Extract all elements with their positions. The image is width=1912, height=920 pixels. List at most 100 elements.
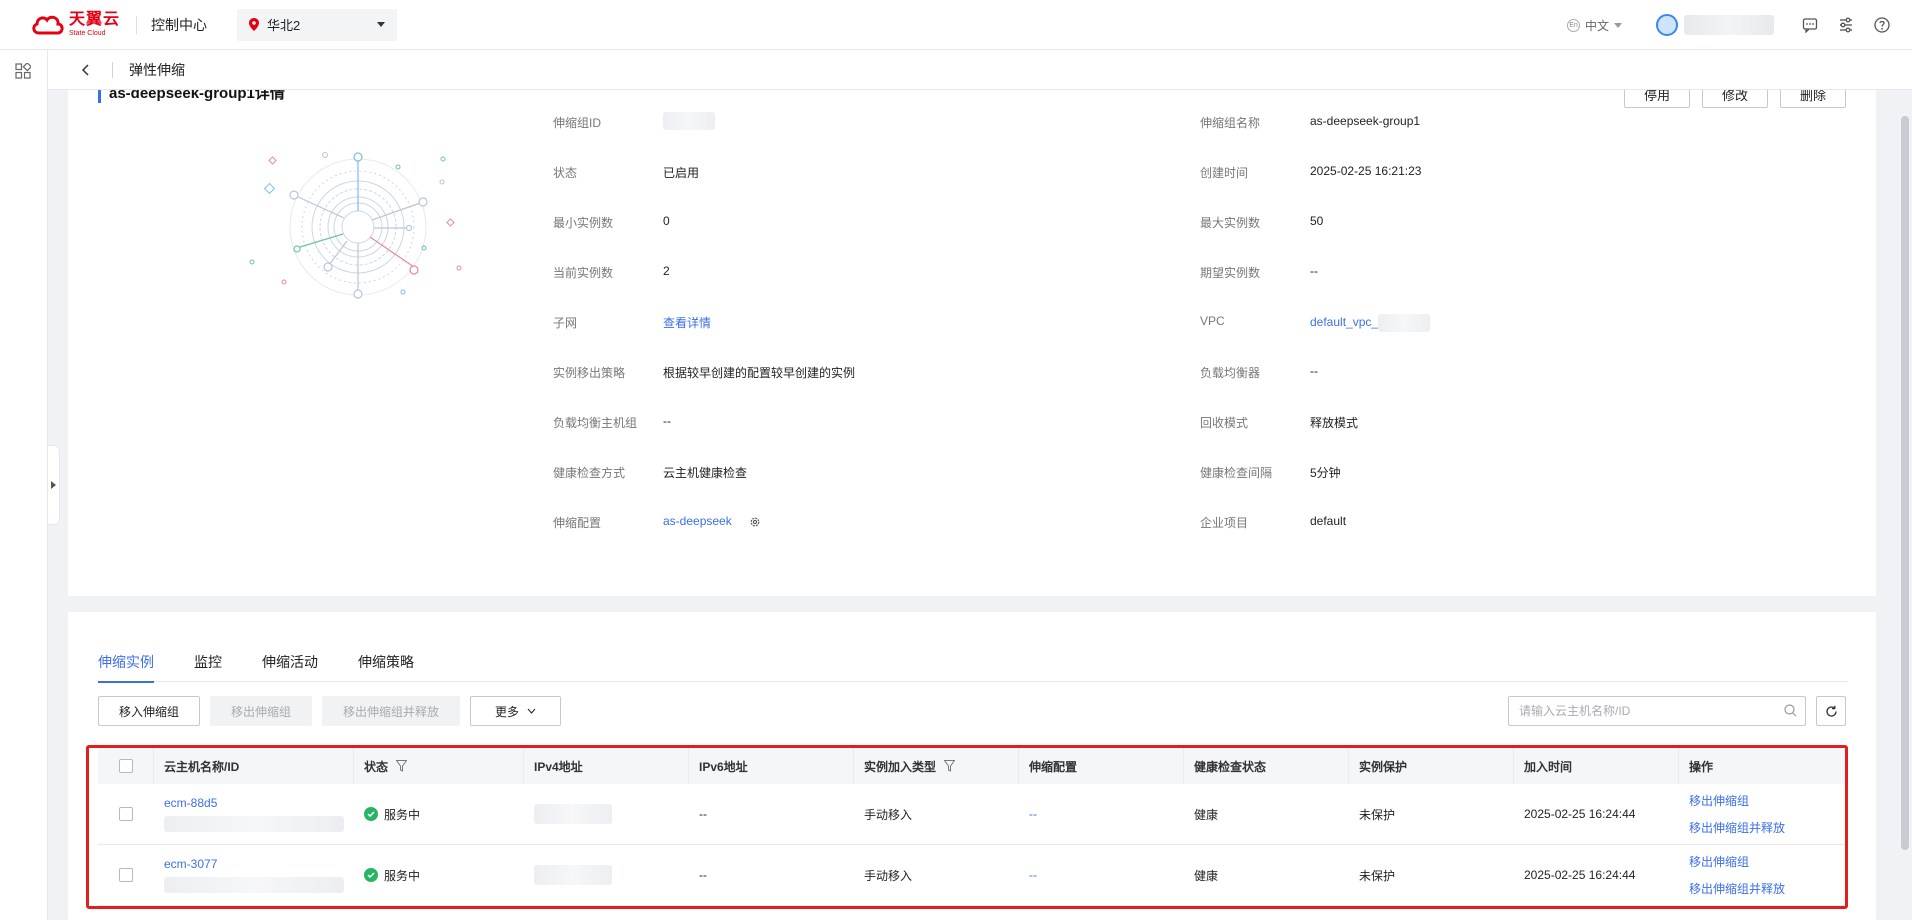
scaling-config-link[interactable]: -- [1029, 868, 1037, 882]
console-title[interactable]: 控制中心 [151, 15, 207, 35]
group-name-value: as-deepseek-group1 [1310, 114, 1421, 128]
tab-scaling-policies[interactable]: 伸缩策略 [358, 652, 414, 682]
field-label-enterprise-project: 企业项目 [1200, 516, 1249, 530]
scaling-config-link[interactable]: as-deepseek [663, 514, 732, 528]
search-icon[interactable] [1784, 704, 1797, 717]
field-label-recycle-mode: 回收模式 [1200, 416, 1249, 430]
move-in-button[interactable]: 移入伸缩组 [98, 696, 201, 726]
move-out-release-link[interactable]: 移出伸缩组并释放 [1689, 819, 1785, 836]
search-input[interactable] [1508, 696, 1806, 726]
tab-bar: 伸缩实例 监控 伸缩活动 伸缩策略 [98, 652, 1848, 683]
instance-list-card: 伸缩实例 监控 伸缩活动 伸缩策略 移入伸缩组 移出伸缩组 移出伸缩组并释放 更… [68, 612, 1876, 920]
tab-monitoring[interactable]: 监控 [194, 652, 222, 682]
field-label-current-instances: 当前实例数 [553, 266, 614, 280]
row-checkbox[interactable] [119, 807, 133, 821]
header-join-type: 实例加入类型 [864, 759, 937, 774]
help-icon[interactable] [1864, 7, 1900, 43]
created-time-value: 2025-02-25 16:21:23 [1310, 164, 1422, 178]
field-label-desired-instances: 期望实例数 [1200, 266, 1261, 280]
instance-toolbar: 移入伸缩组 移出伸缩组 移出伸缩组并释放 更多 [98, 696, 562, 726]
move-out-link[interactable]: 移出伸缩组 [1689, 792, 1749, 809]
vm-id-redacted [164, 877, 344, 893]
header-status: 状态 [364, 759, 389, 774]
divider [136, 15, 137, 34]
more-dropdown-button[interactable]: 更多 [470, 696, 562, 726]
caret-down-icon [1614, 22, 1622, 28]
state-cloud-logo[interactable]: 天翼云 State Cloud [30, 8, 122, 42]
location-pin-icon [249, 18, 259, 31]
join-type-value: 手动移入 [864, 868, 913, 883]
check-circle-icon [364, 807, 378, 821]
status-value: 已启用 [663, 166, 700, 180]
field-label-min-instances: 最小实例数 [553, 216, 614, 230]
scaling-config-link[interactable]: -- [1029, 807, 1037, 821]
caret-down-icon [377, 22, 385, 27]
join-type-value: 手动移入 [864, 807, 913, 822]
scrollbar-thumb[interactable] [1901, 116, 1909, 850]
settings-sliders-icon[interactable] [1828, 7, 1864, 43]
status-badge: 服务中 [364, 806, 420, 823]
recycle-mode-value: 释放模式 [1310, 416, 1359, 430]
field-label-health-check-method: 健康检查方式 [553, 466, 626, 480]
sidebar-expand-toggle[interactable] [48, 445, 60, 525]
desired-instances-value: -- [1310, 264, 1318, 278]
field-label-max-instances: 最大实例数 [1200, 216, 1261, 230]
move-out-link[interactable]: 移出伸缩组 [1689, 853, 1749, 870]
filter-icon[interactable] [396, 760, 408, 772]
header-scaling-config: 伸缩配置 [1029, 759, 1078, 774]
gear-icon[interactable] [749, 516, 761, 528]
group-id-redacted [663, 112, 715, 130]
language-switch[interactable]: En 中文 [1566, 17, 1622, 34]
logo-cn-text: 天翼云 [69, 11, 121, 28]
language-label: 中文 [1584, 18, 1609, 33]
message-icon[interactable] [1792, 7, 1828, 43]
status-text: 服务中 [384, 868, 421, 883]
breadcrumb: 弹性伸缩 [48, 50, 1912, 90]
vpc-link[interactable]: default_vpc_ [1310, 315, 1378, 329]
field-label-status: 状态 [553, 166, 578, 180]
field-label-group-name: 伸缩组名称 [1200, 116, 1261, 130]
vm-id-redacted [164, 816, 344, 832]
health-check-method-value: 云主机健康检查 [663, 466, 748, 480]
status-text: 服务中 [384, 807, 421, 822]
vm-name-link[interactable]: ecm-3077 [164, 857, 217, 871]
cloud-logo-icon [32, 15, 64, 34]
field-label-health-check-interval: 健康检查间隔 [1200, 466, 1273, 480]
region-selector[interactable]: 华北2 [237, 8, 397, 41]
language-icon: En [1566, 18, 1580, 32]
current-instances-value: 2 [663, 264, 670, 278]
table-row: ecm-3077 服务中 -- 手动移入 -- 健康 未保护 2025-02-2… [98, 845, 1846, 906]
top-bar: 天翼云 State Cloud 控制中心 华北2 En 中文 [0, 0, 1912, 50]
field-label-lb-host-group: 负载均衡主机组 [553, 416, 638, 430]
scaling-config-value: as-deepseek [663, 514, 761, 528]
apps-grid-icon[interactable] [15, 62, 32, 82]
caret-right-icon [51, 481, 56, 489]
instances-table: 云主机名称/ID 状态 IPv4地址 IPv6地址 实例加入类型 伸缩配置 健康… [98, 748, 1846, 906]
subnet-details-link[interactable]: 查看详情 [663, 314, 711, 331]
back-button[interactable] [70, 55, 100, 85]
move-out-release-link[interactable]: 移出伸缩组并释放 [1689, 880, 1785, 897]
chevron-down-icon [527, 708, 536, 714]
check-circle-icon [364, 868, 378, 882]
health-status-value: 健康 [1194, 807, 1219, 822]
refresh-button[interactable] [1816, 696, 1846, 726]
row-checkbox[interactable] [119, 868, 133, 882]
tab-scaling-instances[interactable]: 伸缩实例 [98, 652, 154, 683]
removal-policy-value: 根据较早创建的配置较早创建的实例 [663, 366, 856, 380]
vm-name-link[interactable]: ecm-88d5 [164, 796, 217, 810]
page-scrollbar[interactable] [1898, 90, 1912, 920]
user-menu[interactable] [1656, 14, 1774, 36]
join-time-value: 2025-02-25 16:24:44 [1524, 807, 1636, 821]
refresh-icon [1825, 705, 1837, 717]
move-out-button[interactable]: 移出伸缩组 [210, 696, 313, 726]
filter-icon[interactable] [944, 760, 956, 772]
user-name-redacted [1684, 15, 1774, 35]
region-label: 华北2 [267, 18, 301, 33]
tab-scaling-activities[interactable]: 伸缩活动 [262, 652, 318, 682]
avatar [1656, 14, 1678, 36]
select-all-checkbox[interactable] [118, 759, 133, 773]
move-out-release-button[interactable]: 移出伸缩组并释放 [322, 696, 461, 726]
ipv6-value: -- [699, 868, 707, 882]
load-balancer-value: -- [1310, 364, 1318, 378]
header-ipv6: IPv6地址 [699, 759, 748, 774]
